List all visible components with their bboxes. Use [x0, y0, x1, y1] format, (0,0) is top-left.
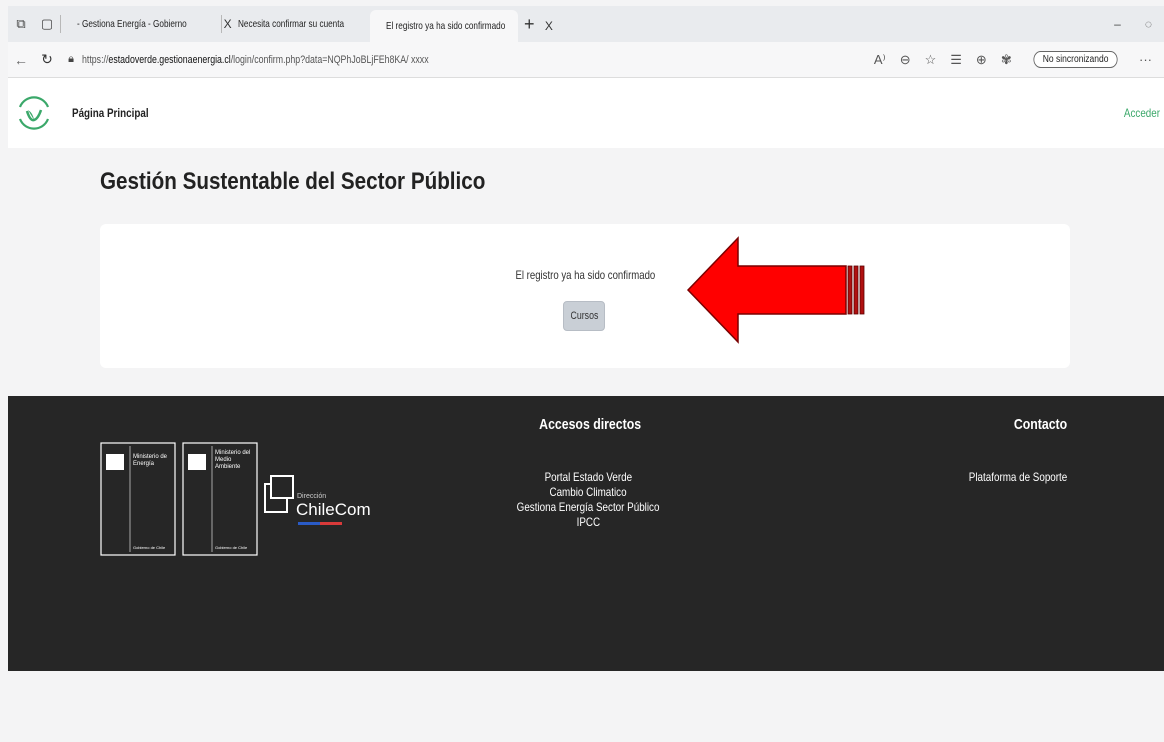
confirmation-card: El registro ya ha sido confirmado Cursos: [100, 224, 1070, 368]
logo-medio-gobierno: Gobierno de Chile: [215, 545, 248, 550]
cursos-button-label: Cursos: [570, 310, 598, 322]
chilecompra-small: Dirección: [297, 493, 326, 500]
home-nav-link[interactable]: Página Principal: [72, 106, 149, 120]
link-text: IPCC: [576, 515, 600, 529]
estado-verde-logo-icon[interactable]: [14, 93, 54, 133]
link-text: Plataforma de Soporte: [968, 470, 1068, 484]
link-text: Gestiona Energía Sector Público: [516, 500, 660, 514]
quick-links-list: Portal Estado Verde Cambio Climatico Ges…: [458, 470, 718, 530]
collections-icon[interactable]: ⊕: [976, 52, 987, 68]
favorite-star-icon[interactable]: ☆: [925, 52, 937, 68]
lock-icon[interactable]: 🔒︎: [60, 53, 82, 66]
accesos-directos-heading: Accesos directos: [528, 416, 652, 433]
page-title: Gestión Sustentable del Sector Público: [100, 168, 486, 195]
close-tab-icon[interactable]: X: [545, 19, 553, 33]
tab-title: El registro ya ha sido confirmado: [386, 20, 506, 32]
url-field[interactable]: https://estadoverde.gestionaenergia.cl/l…: [82, 54, 429, 66]
accesos-directos-title: Accesos directos: [539, 416, 642, 433]
sync-button[interactable]: No sincronizando: [1033, 51, 1118, 68]
zoom-icon[interactable]: ⊖: [900, 52, 911, 68]
red-arrow-annotation: [686, 236, 865, 344]
government-logos: Ministerio de Energía Gobierno de Chile …: [100, 442, 370, 556]
url-path: /login/confirm.php?data=NQPhJoBLjFEh8KA/…: [230, 53, 429, 66]
address-bar: ← ↻ 🔒︎ https://estadoverde.gestionaenerg…: [8, 42, 1164, 78]
tab-necesita-confirmar[interactable]: Necesita confirmar su cuenta X: [222, 6, 388, 42]
tab-actions-icon[interactable]: ▢: [34, 6, 60, 42]
link-plataforma-soporte[interactable]: Plataforma de Soporte: [938, 470, 1098, 485]
site-header: Página Principal Acceder: [8, 78, 1164, 148]
logo-energia-line1: Ministerio de: [133, 454, 168, 460]
logo-medio-line3: Ambiente: [215, 464, 241, 470]
read-aloud-icon[interactable]: A⁾: [874, 52, 886, 68]
link-portal-estado-verde[interactable]: Portal Estado Verde: [458, 470, 718, 485]
logo-energia-line2: Energía: [133, 461, 155, 467]
browser-toolbar: A⁾ ⊖ ☆ ☰ ⊕ ✾ No sincronizando ···: [874, 51, 1164, 68]
confirmation-text: El registro ya ha sido confirmado: [515, 268, 655, 282]
more-menu-icon[interactable]: ···: [1139, 52, 1152, 67]
minimize-icon[interactable]: –: [1114, 17, 1121, 31]
confirmation-message: El registro ya ha sido confirmado: [100, 268, 1070, 282]
link-gestiona-energia[interactable]: Gestiona Energía Sector Público: [458, 500, 718, 515]
url-host: estadoverde.gestionaenergia.cl: [108, 53, 231, 66]
new-tab-button[interactable]: +: [524, 14, 535, 35]
login-link[interactable]: Acceder: [1124, 106, 1160, 120]
link-text: Portal Estado Verde: [544, 470, 632, 484]
back-icon[interactable]: ←: [8, 52, 34, 68]
extension-icon[interactable]: ✾: [1001, 52, 1012, 68]
logo-medio-line1: Ministerio del: [215, 450, 250, 456]
link-text: Cambio Climatico: [549, 485, 627, 499]
window-controls: – ◌: [1114, 17, 1164, 31]
refresh-icon[interactable]: ↻: [34, 51, 60, 68]
tab-title: Necesita confirmar su cuenta: [238, 18, 345, 30]
chilecompra-name: ChileCompra: [296, 500, 370, 519]
tab-registro-confirmado[interactable]: El registro ya ha sido confirmado X: [370, 10, 553, 42]
tab-title: - Gestiona Energía - Gobierno: [77, 18, 187, 30]
browser-tab-bar: ⧉ ▢ - Gestiona Energía - Gobierno X Nece…: [8, 6, 1164, 42]
contacto-title: Contacto: [1013, 416, 1068, 433]
window-icon[interactable]: ◌: [1145, 17, 1152, 31]
logo-medio-line2: Medio: [215, 457, 232, 463]
url-prefix: https://: [82, 53, 109, 66]
cursos-button[interactable]: Cursos: [563, 301, 605, 331]
link-ipcc[interactable]: IPCC: [458, 515, 718, 530]
tab-gestiona-energia[interactable]: - Gestiona Energía - Gobierno X: [61, 6, 232, 42]
logo-energia-gobierno: Gobierno de Chile: [133, 545, 166, 550]
favorites-list-icon[interactable]: ☰: [950, 52, 962, 68]
site-footer: Ministerio de Energía Gobierno de Chile …: [8, 396, 1164, 671]
contacto-heading: Contacto: [1008, 416, 1073, 433]
workspaces-icon[interactable]: ⧉: [8, 6, 34, 42]
link-cambio-climatico[interactable]: Cambio Climatico: [458, 485, 718, 500]
